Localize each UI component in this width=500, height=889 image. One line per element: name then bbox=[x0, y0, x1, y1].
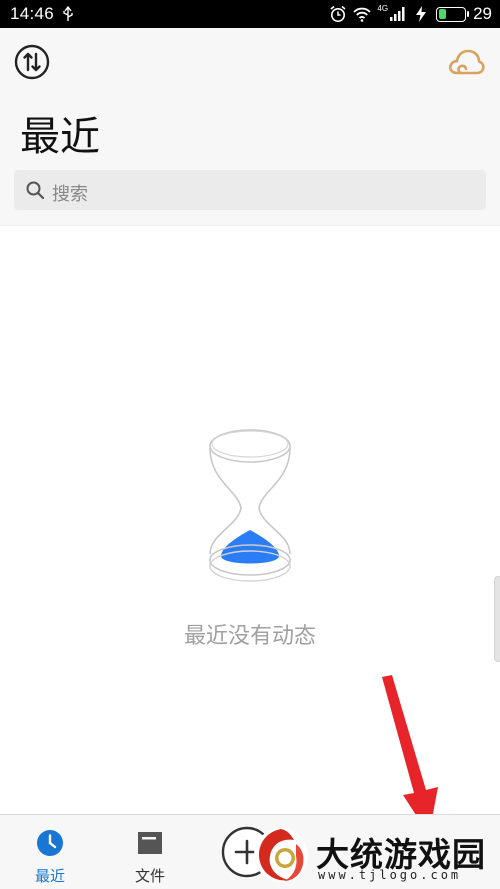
wifi-icon bbox=[353, 7, 372, 22]
usb-icon bbox=[63, 6, 73, 21]
watermark: 大统游戏园 www.tjlogo.com bbox=[250, 822, 500, 889]
annotation-arrow-icon bbox=[382, 675, 438, 835]
transfer-sync-icon[interactable] bbox=[14, 44, 50, 80]
search-placeholder: 搜索 bbox=[52, 184, 88, 205]
folder-icon bbox=[138, 832, 162, 854]
network-type-label: 4G bbox=[377, 3, 389, 13]
battery-level bbox=[438, 9, 446, 19]
tab-recent[interactable]: 最近 bbox=[10, 815, 90, 889]
alarm-icon bbox=[330, 5, 346, 22]
status-bar: 14:46 4G 29 bbox=[0, 0, 500, 28]
page-title: 最近 bbox=[20, 114, 100, 160]
battery-icon bbox=[436, 6, 470, 22]
side-scroll-handle[interactable] bbox=[494, 576, 500, 662]
tab-files-label: 文件 bbox=[134, 867, 165, 885]
watermark-logo-icon bbox=[254, 828, 308, 882]
tab-files[interactable]: 文件 bbox=[110, 815, 190, 889]
hourglass-icon bbox=[209, 429, 291, 582]
search-input[interactable]: 搜索 bbox=[14, 170, 486, 210]
status-icons: 4G 29 bbox=[329, 3, 492, 25]
signal-icon bbox=[390, 7, 405, 21]
clock-icon bbox=[37, 830, 63, 856]
tab-recent-label: 最近 bbox=[34, 867, 65, 885]
watermark-url: www.tjlogo.com bbox=[318, 868, 462, 882]
search-icon bbox=[26, 181, 44, 199]
status-time: 14:46 bbox=[10, 4, 55, 23]
empty-state-message: 最近没有动态 bbox=[183, 624, 316, 649]
cloud-icon[interactable] bbox=[446, 46, 486, 78]
battery-percent: 29 bbox=[473, 4, 492, 23]
charging-icon bbox=[416, 6, 427, 22]
header: 最近 搜索 bbox=[0, 28, 500, 226]
